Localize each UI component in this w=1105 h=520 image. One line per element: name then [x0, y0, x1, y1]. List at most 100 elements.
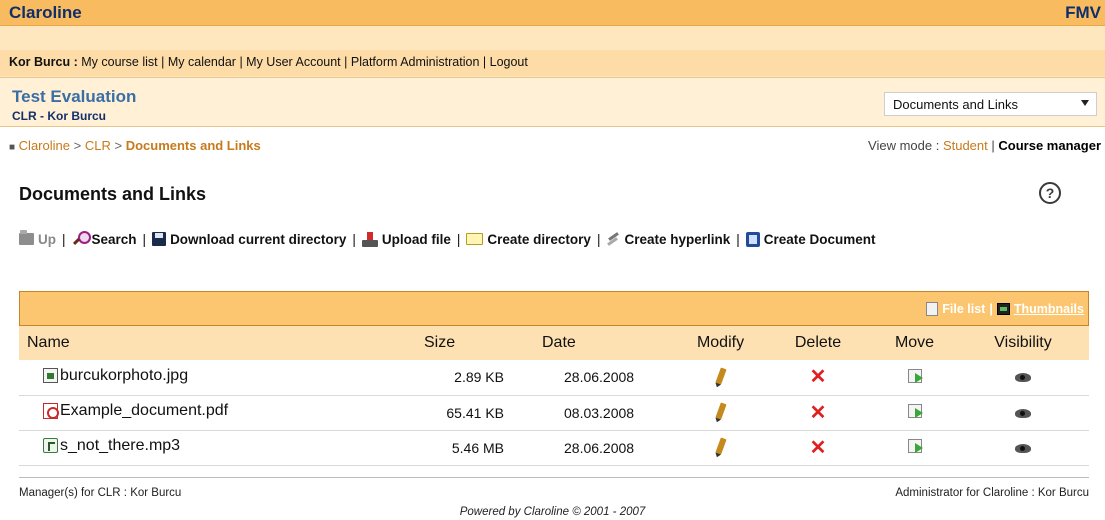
create-document-button[interactable]: Create Document	[745, 231, 876, 247]
create-document-label: Create Document	[763, 231, 876, 247]
my-course-list-link[interactable]: My course list	[81, 55, 157, 69]
col-modify: Modify	[696, 334, 745, 351]
table-header-row: Name Size Date Modify Delete Move Visibi…	[19, 326, 1089, 360]
command-bar: Up | Search | Download current directory…	[19, 230, 876, 247]
file-link[interactable]: s_not_there.mp3	[43, 437, 180, 455]
view-mode-label: View mode :	[868, 138, 940, 153]
platform-name[interactable]: Claroline	[9, 3, 82, 23]
view-mode-manager: Course manager	[998, 138, 1101, 153]
create-hyperlink-button[interactable]: Create hyperlink	[606, 232, 730, 247]
thumbnails-button[interactable]: Thumbnails	[1014, 302, 1084, 316]
view-mode: View mode : Student | Course manager	[868, 138, 1101, 153]
create-directory-label: Create directory	[487, 231, 591, 247]
tool-select[interactable]: Documents and Links	[884, 92, 1097, 116]
help-icon[interactable]: ?	[1039, 182, 1061, 204]
breadcrumb-clr[interactable]: CLR	[85, 138, 111, 153]
file-list-button[interactable]: File list	[942, 302, 985, 316]
footer-divider	[19, 477, 1089, 478]
pencil-icon[interactable]	[714, 367, 727, 385]
upload-file-button[interactable]: Upload file	[361, 231, 451, 247]
file-link[interactable]: burcukorphoto.jpg	[43, 367, 188, 385]
pencil-icon[interactable]	[714, 402, 727, 420]
delete-icon[interactable]: ✕	[810, 403, 827, 423]
platform-administrator[interactable]: Administrator for Claroline : Kor Burcu	[895, 487, 1089, 499]
hyperlink-icon	[606, 233, 620, 246]
powered-by[interactable]: Powered by Claroline © 2001 - 2007	[0, 506, 1105, 518]
breadcrumb: ■ Claroline > CLR > Documents and Links	[9, 138, 261, 153]
table-row: s_not_there.mp3 5.46 MB 28.06.2008 ✕	[19, 430, 1089, 465]
col-date[interactable]: Date	[534, 326, 677, 360]
col-name[interactable]: Name	[19, 326, 416, 360]
file-table: Name Size Date Modify Delete Move Visibi…	[19, 326, 1089, 466]
file-size: 5.46 MB	[451, 439, 504, 456]
pencil-icon[interactable]	[714, 437, 727, 455]
search-icon	[72, 231, 91, 247]
eye-icon[interactable]	[1015, 443, 1031, 453]
move-icon[interactable]	[907, 439, 923, 453]
up-button[interactable]: Up	[19, 230, 56, 247]
platform-administration-link[interactable]: Platform Administration	[351, 55, 480, 69]
col-visibility: Visibility	[994, 334, 1052, 351]
table-row: Example_document.pdf 65.41 KB 08.03.2008…	[19, 395, 1089, 430]
search-label: Search	[91, 231, 137, 247]
nav-separator: |	[239, 55, 243, 69]
search-button[interactable]: Search	[72, 231, 137, 247]
nav-separator: |	[482, 55, 487, 69]
delete-icon[interactable]: ✕	[810, 367, 827, 387]
course-managers[interactable]: Manager(s) for CLR : Kor Burcu	[19, 487, 181, 499]
file-name: burcukorphoto.jpg	[60, 366, 189, 384]
upload-icon	[361, 231, 378, 247]
view-toggle: File list | Thumbnails	[926, 302, 1084, 316]
home-icon: ■	[9, 142, 16, 153]
file-size: 65.41 KB	[446, 404, 504, 421]
image-file-icon	[43, 368, 58, 383]
table-row: burcukorphoto.jpg 2.89 KB 28.06.2008 ✕	[19, 360, 1089, 395]
nav-separator: |	[344, 55, 348, 69]
col-move: Move	[894, 334, 935, 351]
download-label: Download current directory	[170, 231, 347, 247]
page-title: Documents and Links	[19, 184, 207, 204]
file-name: s_not_there.mp3	[60, 436, 181, 454]
eye-icon[interactable]	[1015, 408, 1031, 418]
file-date: 08.03.2008	[564, 404, 635, 421]
institution-name[interactable]: FMV	[1065, 3, 1101, 23]
delete-icon[interactable]: ✕	[810, 438, 827, 458]
audio-file-icon	[43, 438, 58, 454]
folder-icon	[466, 233, 484, 245]
tool-select-value: Documents and Links	[893, 97, 1019, 112]
file-name: Example_document.pdf	[60, 401, 229, 419]
document-icon	[745, 231, 760, 247]
breadcrumb-separator: >	[114, 138, 123, 153]
breadcrumb-separator: >	[73, 138, 82, 153]
my-user-account-link[interactable]: My User Account	[246, 55, 340, 69]
col-size[interactable]: Size	[416, 326, 534, 360]
file-date: 28.06.2008	[564, 369, 635, 386]
file-list-icon	[926, 302, 939, 316]
up-label: Up	[38, 231, 56, 247]
move-icon[interactable]	[907, 368, 923, 383]
download-directory-button[interactable]: Download current directory	[152, 232, 346, 247]
pdf-file-icon	[43, 402, 59, 419]
course-title[interactable]: Test Evaluation	[12, 87, 136, 107]
folder-up-icon	[19, 230, 34, 245]
view-toggle-bar: File list | Thumbnails	[19, 291, 1089, 326]
upload-label: Upload file	[381, 231, 451, 247]
breadcrumb-claroline[interactable]: Claroline	[19, 138, 70, 153]
logout-link[interactable]: Logout	[490, 55, 528, 69]
chevron-down-icon	[1081, 100, 1089, 106]
file-table-container: File list | Thumbnails Name Size Date Mo…	[19, 291, 1089, 466]
move-icon[interactable]	[907, 404, 923, 418]
nav-separator: |	[161, 55, 165, 69]
user-name: Kor Burcu :	[9, 55, 78, 69]
course-subtitle[interactable]: CLR - Kor Burcu	[12, 109, 106, 123]
create-hyperlink-label: Create hyperlink	[624, 231, 731, 247]
col-delete: Delete	[794, 334, 842, 351]
breadcrumb-current[interactable]: Documents and Links	[126, 138, 261, 153]
file-link[interactable]: Example_document.pdf	[43, 402, 228, 420]
eye-icon[interactable]	[1015, 373, 1031, 383]
view-mode-student[interactable]: Student	[943, 138, 988, 153]
create-directory-button[interactable]: Create directory	[466, 232, 591, 247]
floppy-disk-icon	[152, 232, 167, 246]
thumbnails-icon	[996, 303, 1010, 315]
my-calendar-link[interactable]: My calendar	[168, 55, 236, 69]
